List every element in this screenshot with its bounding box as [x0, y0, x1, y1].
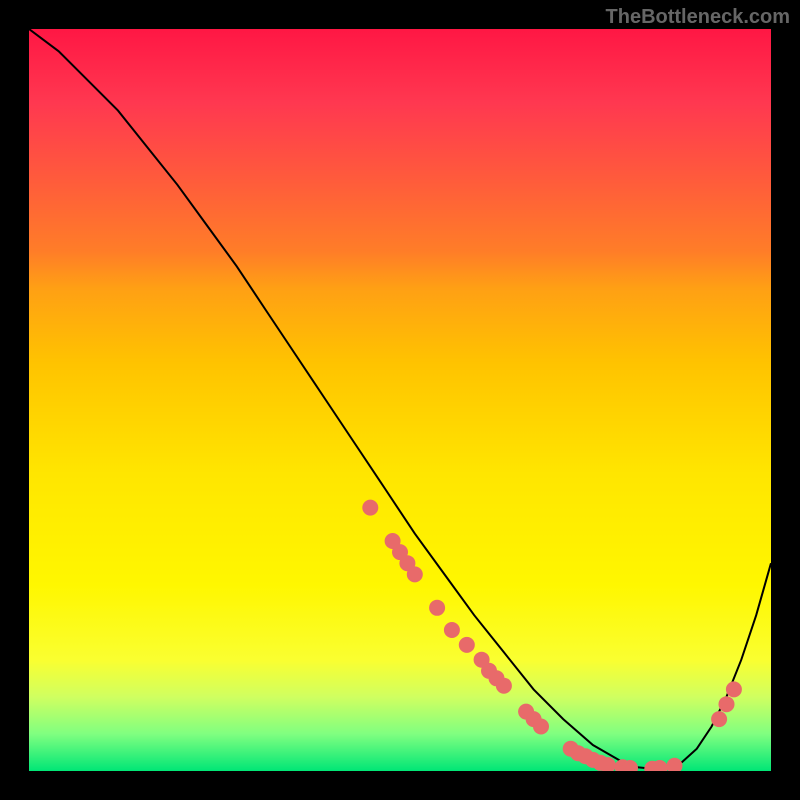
scatter-point: [496, 678, 512, 694]
scatter-point: [711, 711, 727, 727]
bottleneck-chart: [29, 29, 771, 771]
scatter-point: [719, 696, 735, 712]
scatter-point: [429, 600, 445, 616]
chart-svg: [29, 29, 771, 771]
scatter-point: [533, 719, 549, 735]
scatter-point: [667, 758, 683, 771]
bottleneck-curve-path: [29, 29, 771, 769]
scatter-point: [444, 622, 460, 638]
scatter-point: [459, 637, 475, 653]
scatter-point: [726, 681, 742, 697]
scatter-point: [407, 566, 423, 582]
watermark-text: TheBottleneck.com: [606, 6, 790, 29]
scatter-point: [362, 500, 378, 516]
